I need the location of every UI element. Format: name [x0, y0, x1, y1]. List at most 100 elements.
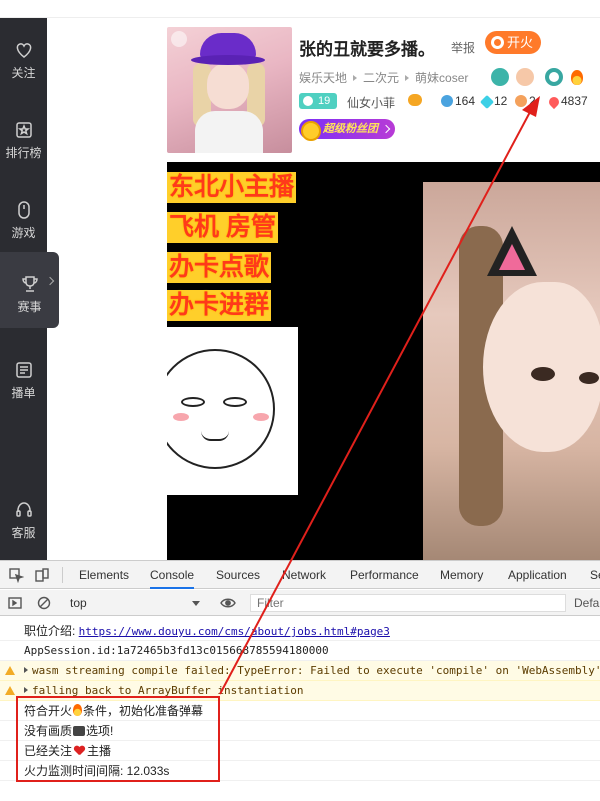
rank-icon — [14, 120, 34, 140]
fire-icon — [491, 36, 504, 49]
avatar-hat-brim — [191, 55, 265, 65]
fire-button[interactable]: 开火 — [485, 31, 542, 54]
left-sidebar: 关注 排行榜 游戏 赛事 播单 客服 — [0, 18, 59, 560]
console-message: 职位介绍: https://www.douyu.com/cms/about/jo… — [0, 621, 600, 641]
sticker-blush — [253, 413, 269, 421]
breadcrumb-item[interactable]: 娱乐天地 — [299, 71, 347, 85]
expand-arrow-icon — [24, 667, 28, 673]
video-overlay-text: 飞机 房管 — [167, 212, 278, 243]
console-toolbar: top Defa — [0, 590, 600, 616]
room-header: 张的丑就要多播。 举报 开火 娱乐天地 二次元 萌妹coser 19 仙女小菲 16… — [167, 27, 600, 154]
badge-fire-icon[interactable] — [571, 70, 583, 85]
playlist-icon — [14, 360, 34, 380]
sticker-face — [167, 349, 275, 469]
meme-sticker — [167, 327, 298, 495]
stat-value: 12 — [494, 94, 508, 108]
avatar-watermark — [171, 31, 187, 47]
console-filter-input[interactable] — [250, 594, 566, 612]
stat-face: 2 — [515, 94, 536, 108]
video-overlay-text: 东北小主播 — [167, 172, 297, 203]
streamer-name[interactable]: 仙女小菲 — [347, 94, 395, 111]
breadcrumb-arrow-icon — [405, 75, 410, 81]
log-text: wasm streaming compile failed: TypeError… — [32, 664, 600, 677]
level-badge: 19 — [299, 93, 337, 109]
stat-value: 4837 — [561, 94, 588, 108]
badge-teal-icon[interactable] — [491, 68, 509, 86]
expand-arrow-icon — [24, 687, 28, 693]
stat-heat: 4837 — [546, 94, 588, 110]
mouse-icon — [14, 200, 34, 220]
globe-icon — [441, 95, 453, 107]
stat-value: 164 — [455, 94, 476, 108]
sidebar-item-label: 游戏 — [11, 226, 36, 240]
log-link[interactable]: https://www.douyu.com/cms/about/jobs.htm… — [79, 625, 390, 638]
chat-icon[interactable] — [408, 94, 422, 106]
breadcrumb: 娱乐天地 二次元 萌妹coser — [299, 69, 468, 86]
tab-security[interactable]: Se — [590, 561, 600, 589]
console-message: AppSession.id:1a72465b3fd13c015668785594… — [0, 641, 600, 661]
eye-icon[interactable] — [220, 595, 236, 611]
cam-eye — [531, 367, 555, 381]
fans-club-badge[interactable]: 超级粉丝团 — [299, 119, 395, 141]
warning-icon — [5, 686, 15, 695]
chevron-down-icon — [192, 601, 200, 606]
context-value: top — [70, 596, 87, 610]
log-levels-dropdown[interactable]: Defa — [574, 594, 599, 612]
stat-gem: 12 — [479, 94, 508, 110]
sidebar-item-events[interactable]: 赛事 — [0, 252, 59, 328]
sidebar-item-label: 赛事 — [17, 300, 42, 314]
tab-console[interactable]: Console — [150, 561, 195, 589]
inspect-element-icon[interactable] — [8, 567, 25, 584]
sidebar-item-games[interactable]: 游戏 — [0, 192, 47, 252]
camera-feed — [423, 182, 600, 560]
chevron-right-icon — [45, 276, 55, 286]
badge-ring-icon[interactable] — [545, 68, 563, 86]
sidebar-item-support[interactable]: 客服 — [0, 492, 47, 552]
diamond-icon — [479, 94, 495, 110]
report-link[interactable]: 举报 — [451, 39, 475, 56]
stat-value: 2 — [529, 94, 536, 108]
sidebar-item-ranking[interactable]: 排行榜 — [0, 112, 47, 172]
room-title: 张的丑就要多播。 — [299, 40, 435, 59]
avatar-face — [207, 63, 249, 109]
streamer-avatar[interactable] — [167, 27, 292, 153]
avatar-body — [195, 111, 263, 153]
video-player[interactable]: 东北小主播 飞机 房管 办卡点歌 办卡进群 — [167, 162, 600, 560]
breadcrumb-arrow-icon — [353, 75, 358, 81]
tab-elements[interactable]: Elements — [79, 561, 129, 589]
drop-icon — [546, 94, 562, 110]
devtools-tabbar: Elements Console Sources Network Perform… — [0, 561, 600, 589]
trophy-icon — [20, 274, 40, 294]
sticker-blush — [173, 413, 189, 421]
breadcrumb-item[interactable]: 萌妹coser — [415, 71, 468, 85]
badge-girl-icon[interactable] — [516, 68, 534, 86]
sidebar-item-label: 客服 — [11, 526, 36, 540]
face-icon — [515, 95, 527, 107]
fire-button-label: 开火 — [507, 35, 534, 50]
sidebar-toggle-icon[interactable] — [7, 595, 23, 611]
top-bar — [0, 0, 600, 18]
video-overlay-text: 办卡点歌 — [167, 252, 272, 283]
headset-icon — [14, 500, 34, 520]
sidebar-item-playlist[interactable]: 播单 — [0, 352, 47, 412]
tab-application[interactable]: Application — [508, 561, 567, 589]
tab-performance[interactable]: Performance — [350, 561, 419, 589]
sticker-eye — [223, 397, 247, 407]
tab-memory[interactable]: Memory — [440, 561, 483, 589]
clear-console-icon[interactable] — [36, 595, 52, 611]
annotation-box — [16, 696, 220, 782]
heart-icon — [14, 40, 34, 60]
breadcrumb-item[interactable]: 二次元 — [363, 71, 399, 85]
sidebar-item-label: 关注 — [11, 66, 36, 80]
sidebar-item-label: 排行榜 — [5, 146, 42, 160]
tab-network[interactable]: Network — [282, 561, 326, 589]
sidebar-item-label: 播单 — [11, 386, 36, 400]
device-toolbar-icon[interactable] — [34, 567, 50, 583]
warning-icon — [5, 666, 15, 675]
stat-globe: 164 — [441, 94, 475, 108]
console-warning[interactable]: wasm streaming compile failed: TypeError… — [0, 661, 600, 681]
context-selector[interactable]: top — [64, 594, 204, 612]
tab-sources[interactable]: Sources — [216, 561, 260, 589]
cam-eye — [579, 372, 599, 384]
sidebar-item-follow[interactable]: 关注 — [0, 32, 47, 92]
